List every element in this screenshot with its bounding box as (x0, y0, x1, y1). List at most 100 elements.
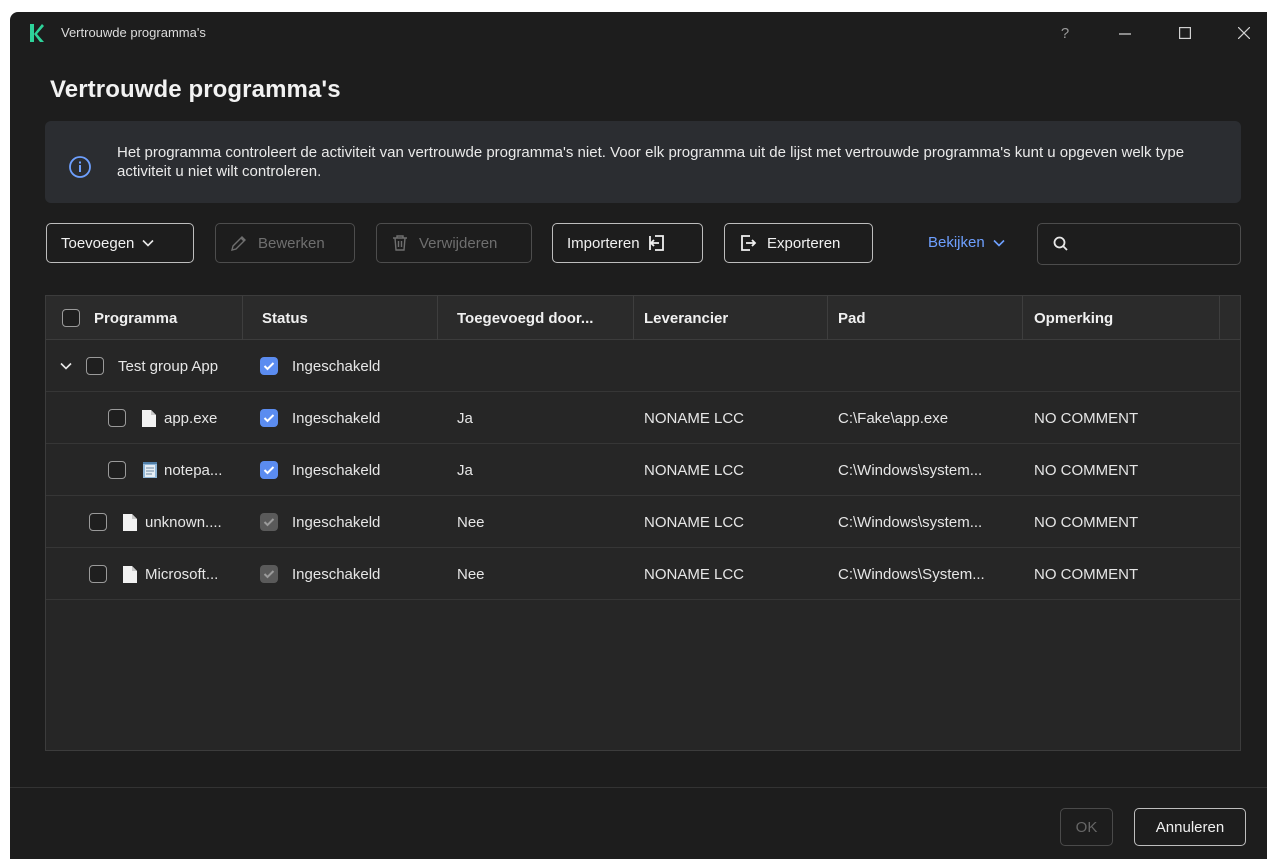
checkmark-icon (263, 414, 275, 423)
search-box[interactable] (1037, 223, 1241, 265)
column-divider[interactable] (242, 296, 243, 340)
column-header-program[interactable]: Programma (62, 296, 177, 340)
view-dropdown[interactable]: Bekijken (928, 234, 1005, 251)
status-label: Ingeschakeld (292, 565, 381, 583)
help-icon: ? (1060, 24, 1070, 42)
notepad-icon (143, 461, 157, 478)
export-icon (741, 235, 757, 251)
row-checkbox[interactable] (108, 461, 126, 479)
table-row[interactable]: Microsoft... Ingeschakeld Nee NONAME LCC… (46, 548, 1240, 600)
program-name: notepa... (164, 461, 223, 479)
program-cell: Test group App (60, 340, 218, 392)
edit-button-label: Bewerken (258, 234, 325, 252)
program-cell: unknown.... (89, 496, 222, 548)
delete-button[interactable]: Verwijderen (376, 223, 532, 263)
path-cell: C:\Fake\app.exe (838, 409, 949, 427)
added-by-cell: Ja (457, 461, 473, 479)
row-checkbox[interactable] (89, 565, 107, 583)
comment-cell: NO COMMENT (1034, 565, 1139, 583)
chevron-down-icon (993, 239, 1005, 247)
banner-text: Het programma controleert de activiteit … (117, 144, 1185, 180)
status-checkbox[interactable] (260, 409, 278, 427)
chevron-down-icon[interactable] (60, 362, 72, 370)
table-row[interactable]: unknown.... Ingeschakeld Nee NONAME LCC … (46, 496, 1240, 548)
program-name: Microsoft... (145, 565, 219, 583)
table-row[interactable]: notepa... Ingeschakeld Ja NONAME LCC C:\… (46, 444, 1240, 496)
status-checkbox[interactable] (260, 565, 278, 583)
vendor-cell: NONAME LCC (644, 409, 745, 427)
footer-divider (10, 787, 1267, 788)
table-row-group[interactable]: Test group App Ingeschakeld (46, 340, 1240, 392)
file-icon (142, 409, 156, 427)
column-label: Programma (94, 309, 178, 327)
added-by-cell: Ja (457, 409, 473, 427)
checkmark-icon (263, 518, 275, 527)
program-cell: notepa... (108, 444, 222, 496)
status-checkbox[interactable] (260, 513, 278, 531)
vendor-cell: NONAME LCC (644, 461, 745, 479)
column-header-vendor[interactable]: Leverancier (644, 296, 728, 340)
comment-cell: NO COMMENT (1034, 461, 1139, 479)
maximize-button[interactable] (1162, 16, 1208, 50)
close-icon (1238, 27, 1250, 39)
column-header-added-by[interactable]: Toegevoegd door... (457, 296, 593, 340)
column-divider[interactable] (633, 296, 634, 340)
column-header-status[interactable]: Status (262, 296, 308, 340)
minimize-button[interactable] (1102, 16, 1148, 50)
column-divider[interactable] (1219, 296, 1220, 340)
minimize-icon (1119, 33, 1131, 35)
checkmark-icon (263, 570, 275, 579)
programs-table: Programma Status Toegevoegd door... Leve… (45, 295, 1241, 751)
row-checkbox[interactable] (86, 357, 104, 375)
status-cell: Ingeschakeld (260, 496, 380, 548)
add-button[interactable]: Toevoegen (46, 223, 194, 263)
column-divider[interactable] (437, 296, 438, 340)
checkmark-icon (263, 362, 275, 371)
import-button[interactable]: Importeren (552, 223, 703, 263)
added-by-cell: Nee (457, 513, 485, 531)
group-name: Test group App (118, 357, 219, 375)
program-cell: Microsoft... (89, 548, 218, 600)
status-label: Ingeschakeld (292, 513, 381, 531)
maximize-icon (1179, 27, 1191, 39)
column-divider[interactable] (1022, 296, 1023, 340)
search-input[interactable] (1078, 232, 1228, 256)
column-header-comment[interactable]: Opmerking (1034, 296, 1113, 340)
view-dropdown-label: Bekijken (928, 234, 985, 251)
added-by-cell: Nee (457, 565, 485, 583)
comment-cell: NO COMMENT (1034, 513, 1139, 531)
close-button[interactable] (1221, 16, 1267, 50)
path-cell: C:\Windows\system... (838, 513, 983, 531)
info-icon (69, 156, 91, 178)
search-icon (1053, 236, 1068, 251)
pencil-icon (231, 236, 246, 251)
import-button-label: Importeren (567, 234, 640, 252)
vendor-cell: NONAME LCC (644, 565, 745, 583)
table-row[interactable]: app.exe Ingeschakeld Ja NONAME LCC C:\Fa… (46, 392, 1240, 444)
edit-button[interactable]: Bewerken (215, 223, 355, 263)
page-title: Vertrouwde programma's (50, 76, 341, 103)
path-cell: C:\Windows\System... (838, 565, 985, 583)
row-checkbox[interactable] (89, 513, 107, 531)
cancel-button[interactable]: Annuleren (1134, 808, 1246, 846)
status-checkbox[interactable] (260, 461, 278, 479)
status-cell: Ingeschakeld (260, 444, 380, 496)
status-checkbox[interactable] (260, 357, 278, 375)
ok-button[interactable]: OK (1060, 808, 1113, 846)
path-cell: C:\Windows\system... (838, 461, 983, 479)
dialog-window: Vertrouwde programma's ? Vertrouwde prog… (10, 12, 1267, 859)
help-button[interactable]: ? (1042, 16, 1088, 50)
add-button-label: Toevoegen (61, 234, 135, 252)
kaspersky-logo-icon (30, 24, 44, 42)
info-banner: Het programma controleert de activiteit … (45, 121, 1241, 203)
delete-button-label: Verwijderen (419, 234, 498, 252)
row-checkbox[interactable] (108, 409, 126, 427)
export-button-label: Exporteren (767, 234, 841, 252)
column-header-path[interactable]: Pad (838, 296, 866, 340)
column-divider[interactable] (827, 296, 828, 340)
export-button[interactable]: Exporteren (724, 223, 873, 263)
select-all-checkbox[interactable] (62, 309, 80, 327)
program-cell: app.exe (108, 392, 217, 444)
chevron-down-icon (142, 239, 154, 247)
checkmark-icon (263, 466, 275, 475)
